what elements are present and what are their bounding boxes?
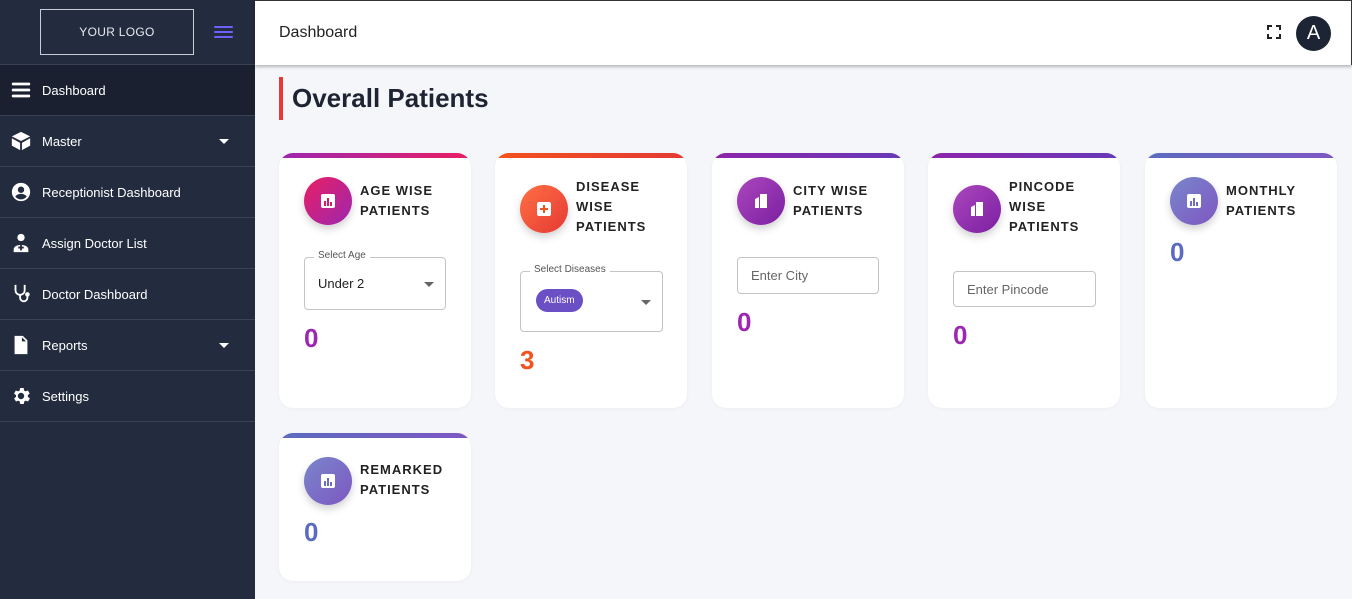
chevron-down-icon: [219, 343, 229, 348]
cube-icon: [10, 130, 32, 152]
dropdown-caret-icon: [424, 282, 434, 287]
remarked-patient-count: 0: [304, 517, 319, 547]
page-header-title: Dashboard: [279, 24, 358, 41]
page-title: Overall Patients: [279, 77, 489, 120]
sidebar-item-label: Settings: [42, 388, 89, 404]
disease-select-label: Select Diseases: [530, 264, 610, 275]
bar-chart-icon: [304, 457, 352, 505]
chevron-down-icon: [219, 139, 229, 144]
bar-chart-icon: [304, 177, 352, 225]
sidebar-item-settings[interactable]: Settings: [0, 371, 255, 422]
avatar[interactable]: A: [1296, 16, 1331, 51]
card-title: DISEASE WISE PATIENTS: [576, 179, 647, 234]
card-title: PINCODE WISE PATIENTS: [1009, 179, 1080, 234]
disease-patient-count: 3: [520, 345, 535, 375]
card-accent-bar: [279, 433, 471, 438]
disease-select[interactable]: Select Diseases Autism: [520, 264, 663, 332]
card-disease-wise-patients: DISEASE WISE PATIENTS Select Diseases Au…: [495, 153, 687, 408]
logo[interactable]: YOUR LOGO: [40, 9, 194, 55]
sidebar: YOUR LOGO Dashboard Master Receptionist …: [0, 0, 255, 599]
city-patient-count: 0: [737, 307, 752, 337]
fullscreen-icon[interactable]: [1267, 25, 1281, 39]
sidebar-header: YOUR LOGO: [0, 0, 255, 65]
age-select[interactable]: Select Age Under 2: [304, 250, 446, 310]
card-title: CITY WISE PATIENTS: [793, 183, 869, 218]
building-icon: [737, 177, 785, 225]
card-accent-bar: [279, 153, 471, 158]
city-input[interactable]: [737, 257, 879, 294]
gear-icon: [10, 385, 32, 407]
card-remarked-patients: REMARKED PATIENTS 0: [279, 433, 471, 581]
age-select-value: Under 2: [318, 276, 365, 291]
card-accent-bar: [1145, 153, 1337, 158]
sidebar-item-label: Master: [42, 133, 82, 149]
card-title: AGE WISE PATIENTS: [360, 183, 434, 218]
disease-chip-autism[interactable]: Autism: [536, 289, 583, 312]
pincode-input[interactable]: [953, 271, 1096, 307]
card-title: REMARKED PATIENTS: [360, 462, 444, 497]
doctor-icon: [10, 232, 32, 254]
age-select-label: Select Age: [314, 250, 370, 261]
card-title: MONTHLY PATIENTS: [1226, 183, 1297, 218]
sidebar-item-receptionist-dashboard[interactable]: Receptionist Dashboard: [0, 167, 255, 218]
dropdown-caret-icon: [641, 300, 651, 305]
building-icon: [953, 185, 1001, 233]
sidebar-item-label: Receptionist Dashboard: [42, 184, 181, 200]
monthly-patient-count: 0: [1170, 237, 1185, 267]
card-accent-bar: [712, 153, 904, 158]
card-pincode-wise-patients: PINCODE WISE PATIENTS 0: [928, 153, 1120, 408]
topbar: Dashboard A: [255, 0, 1352, 65]
card-accent-bar: [495, 153, 687, 158]
pincode-patient-count: 0: [953, 320, 968, 350]
sidebar-item-label: Dashboard: [42, 82, 106, 98]
bar-chart-icon: [1170, 177, 1218, 225]
sidebar-item-label: Reports: [42, 337, 88, 353]
document-icon: [10, 334, 32, 356]
sidebar-item-doctor-dashboard[interactable]: Doctor Dashboard: [0, 269, 255, 320]
stethoscope-icon: [10, 283, 32, 305]
sidebar-item-assign-doctor-list[interactable]: Assign Doctor List: [0, 218, 255, 269]
hamburger-menu-icon[interactable]: [214, 26, 233, 38]
card-age-wise-patients: AGE WISE PATIENTS Select Age Under 2 0: [279, 153, 471, 408]
card-monthly-patients: MONTHLY PATIENTS 0: [1145, 153, 1337, 408]
sidebar-item-master[interactable]: Master: [0, 116, 255, 167]
user-circle-icon: [10, 181, 32, 203]
card-accent-bar: [928, 153, 1120, 158]
sidebar-item-label: Doctor Dashboard: [42, 286, 148, 302]
age-patient-count: 0: [304, 323, 319, 353]
medical-cross-icon: [520, 185, 568, 233]
sidebar-item-reports[interactable]: Reports: [0, 320, 255, 371]
menu-lines-icon: [10, 79, 32, 101]
card-city-wise-patients: CITY WISE PATIENTS 0: [712, 153, 904, 408]
sidebar-item-dashboard[interactable]: Dashboard: [0, 65, 255, 116]
sidebar-item-label: Assign Doctor List: [42, 235, 147, 251]
